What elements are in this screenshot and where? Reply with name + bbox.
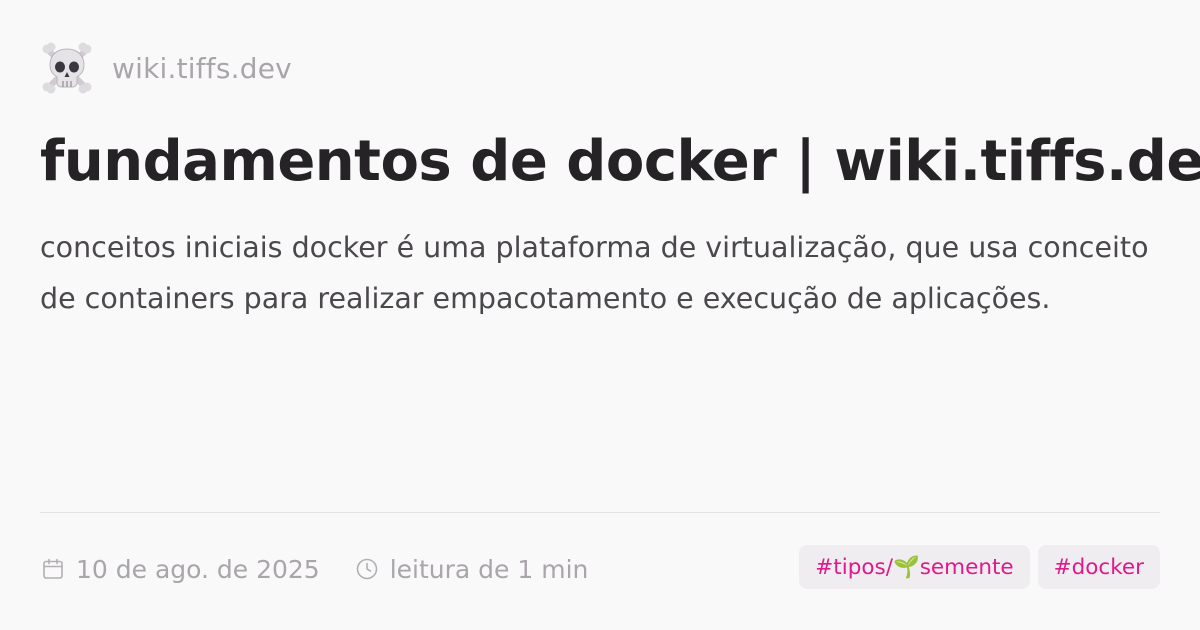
skull-and-crossbones-icon: [40, 41, 94, 95]
site-name[interactable]: wiki.tiffs.dev: [112, 52, 292, 85]
page-title: fundamentos de docker | wiki.tiffs.dev: [40, 129, 1200, 194]
divider: [40, 512, 1160, 513]
tag-docker[interactable]: #docker: [1037, 545, 1160, 589]
publish-date-text: 10 de ago. de 2025: [76, 554, 320, 584]
publish-date: 10 de ago. de 2025: [40, 555, 320, 584]
clock-icon: [354, 556, 380, 582]
page-description: conceitos iniciais docker é uma platafor…: [40, 231, 1149, 315]
reading-time: leitura de 1 min: [354, 554, 589, 584]
tag-list: #tipos/🌱semente #docker: [799, 545, 1160, 591]
calendar-icon: [40, 556, 66, 582]
reading-time-text: leitura de 1 min: [389, 554, 589, 584]
tag-tipos-semente[interactable]: #tipos/🌱semente: [799, 545, 1030, 589]
site-header: wiki.tiffs.dev: [40, 40, 292, 96]
post-meta: 10 de ago. de 2025 leitura de 1 min: [40, 546, 588, 592]
